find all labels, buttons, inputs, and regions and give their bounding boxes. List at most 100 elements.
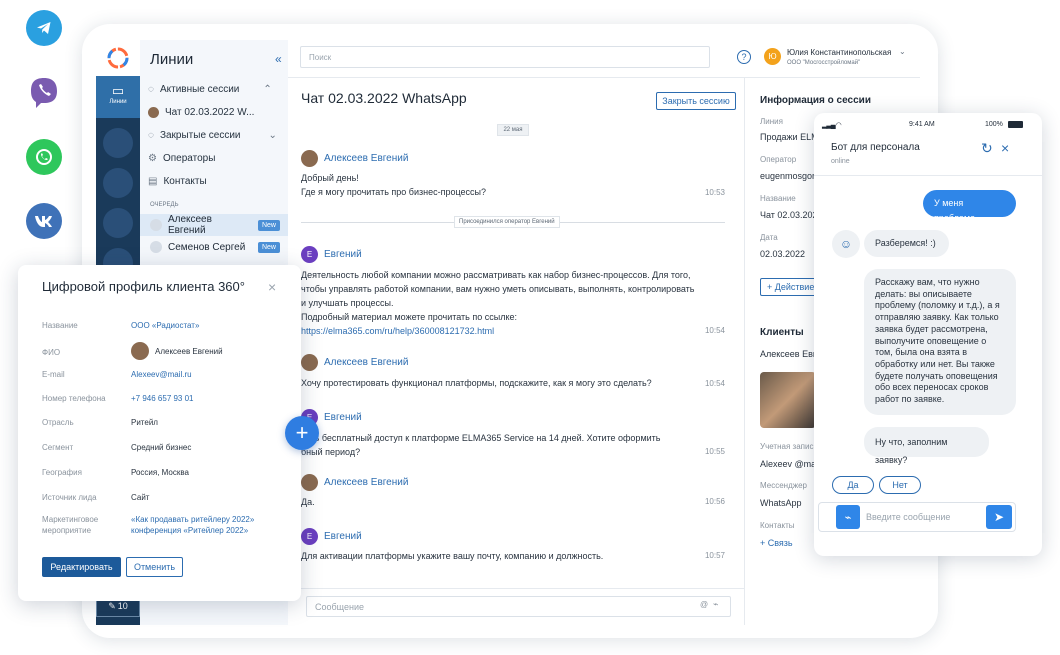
queue-item[interactable]: Семенов Сергей New [140, 236, 288, 258]
avatar [301, 474, 318, 491]
close-session-button[interactable]: Закрыть сессию [656, 92, 736, 110]
field-label: Источник лида [42, 493, 97, 502]
avatar [148, 107, 159, 118]
field-value: Сайт [131, 493, 150, 502]
field-label: Название [42, 321, 78, 330]
sender-name: Алексеев Евгений [324, 357, 409, 368]
cancel-button[interactable]: Отменить [126, 557, 183, 577]
field-label: Мессенджер [760, 481, 807, 490]
field-value[interactable]: Alexeev@mail.ru [131, 369, 192, 380]
chevron-down-icon[interactable]: ⌄ [899, 47, 906, 56]
message-line: чтобы управлять работой компании, вам ну… [301, 284, 695, 294]
message-input[interactable]: Сообщение [306, 596, 731, 617]
viber-icon[interactable] [26, 75, 62, 111]
bot-message: Расскажу вам, что нужно делать: вы описы… [864, 269, 1016, 415]
signal-icon: ▂▃▄ ◠ [822, 122, 842, 129]
sender-name: Евгений [324, 249, 362, 260]
lines-item-operators[interactable]: ⚙ Операторы [148, 153, 215, 164]
lines-item-chat[interactable]: Чат 02.03.2022 W... [148, 107, 254, 118]
add-link[interactable]: + Связь [760, 538, 793, 548]
attach-icon[interactable]: ⌁ [836, 505, 860, 529]
field-label: ФИО [42, 348, 61, 357]
message-text: Хочу протестировать функционал платформы… [301, 378, 652, 388]
bot-icon: ☺ [832, 230, 860, 258]
rail-item-lines[interactable]: ▭ Линии [96, 76, 140, 118]
field-value[interactable]: «Как продавать ритейлеру 2022» конференци… [131, 514, 254, 536]
message-time: 10:55 [704, 447, 725, 456]
rail-avatar[interactable] [103, 168, 133, 198]
message-link[interactable]: https://elma365.com/ru/help/360008121732… [301, 324, 701, 338]
client-photo [760, 372, 816, 428]
lines-item-contacts[interactable]: ▤ Контакты [148, 176, 207, 187]
attach-icon[interactable]: ⌁ [713, 599, 718, 610]
telegram-icon[interactable] [26, 10, 62, 46]
message-text: Да. [301, 497, 315, 507]
whatsapp-icon[interactable] [26, 139, 62, 175]
chat-closed-icon: ◌ [148, 130, 154, 141]
avatar [150, 241, 162, 253]
send-icon[interactable]: ➤ [986, 505, 1012, 529]
sender-name: Алексеев Евгений [324, 153, 409, 164]
chevron-down-icon: ⌄ [268, 130, 277, 141]
date-chip: 22 мая [497, 124, 529, 136]
battery-level: 100% [985, 121, 1003, 128]
fio-value: Алексеев Евгений [155, 346, 223, 356]
field-value[interactable]: +7 946 657 93 01 [131, 393, 194, 404]
queue-label: ОЧЕРЕДЬ [150, 202, 179, 208]
avatar [150, 219, 162, 231]
clients-title: Клиенты [760, 327, 804, 338]
field-value: WhatsApp [760, 498, 802, 508]
lines-item-active[interactable]: ◌ Активные сессии ⌃ [148, 84, 272, 95]
lines-item-label: Чат 02.03.2022 W... [165, 107, 255, 118]
close-icon[interactable]: × [1001, 140, 1009, 156]
message-sender: E Евгений [301, 528, 362, 545]
lines-item-label: Операторы [162, 153, 216, 164]
rail-avatar[interactable] [103, 208, 133, 238]
search-input[interactable]: Поиск [300, 46, 710, 68]
lines-item-label: Закрытые сессии [159, 130, 241, 141]
reply-no-button[interactable]: Нет [879, 476, 921, 494]
rail-avatar[interactable] [103, 128, 133, 158]
help-icon[interactable]: ? [737, 50, 751, 64]
avatar [301, 354, 318, 371]
edit-icon: ✎ [108, 600, 116, 611]
join-notice-text: Присоединился оператор Евгений [454, 216, 560, 228]
reply-yes-button[interactable]: Да [832, 476, 874, 494]
field-value[interactable]: ООО «Радиостат» [131, 320, 199, 331]
user-name[interactable]: Юлия Константинопольская [787, 48, 891, 57]
profile-card: Цифровой профиль клиента 360° × Название… [18, 265, 301, 601]
user-message: У меня проблема [923, 190, 1016, 223]
field-label: Оператор [760, 155, 797, 164]
field-label: Название [760, 194, 796, 203]
avatar: E [301, 246, 318, 263]
field-value: Россия, Москва [131, 468, 189, 477]
message-line: и улучшать процессы. [301, 298, 394, 308]
message-line: Подробный материал можете прочитать по с… [301, 312, 518, 322]
chat-bubble-icon: ◌ [148, 84, 154, 95]
message-line: Добрый день! [301, 173, 359, 183]
field-label: Отрасль [42, 418, 74, 427]
new-badge: New [257, 241, 280, 253]
field-value: Ритейл [131, 418, 158, 427]
user-avatar[interactable]: Ю [764, 48, 781, 65]
divider [288, 588, 744, 589]
vk-icon[interactable] [26, 203, 62, 239]
action-button[interactable]: + Действие [760, 278, 820, 296]
status-time: 9:41 AM [909, 121, 935, 128]
edit-button[interactable]: Редактировать [42, 557, 121, 577]
bot-title: Бот для персонала [831, 142, 920, 153]
close-icon[interactable]: × [268, 279, 276, 295]
queue-item-name: Семенов Сергей [168, 241, 246, 253]
refresh-icon[interactable]: ↻ [981, 140, 993, 157]
field-label: Сегмент [42, 443, 74, 452]
at-icon[interactable]: @ [700, 600, 708, 609]
message-time: 10:56 [704, 497, 725, 506]
chat-title: Чат 02.03.2022 WhatsApp [301, 90, 467, 106]
add-button[interactable]: + [285, 416, 319, 450]
chevron-up-icon: ⌃ [263, 84, 272, 95]
lines-item-closed[interactable]: ◌ Закрытые сессии ⌄ [148, 130, 277, 141]
event-line: «Как продавать ритейлеру 2022» [131, 515, 255, 524]
field-label: География [42, 468, 82, 477]
queue-item[interactable]: Алексеев Евгений New [140, 214, 288, 236]
collapse-icon[interactable]: « [275, 52, 282, 66]
